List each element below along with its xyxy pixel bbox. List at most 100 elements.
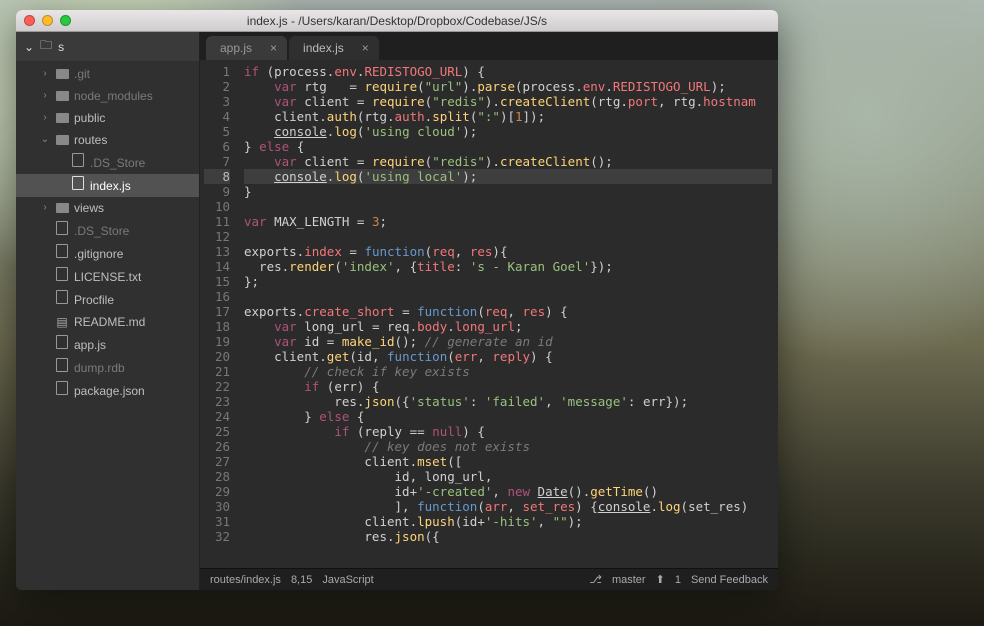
file-icon — [55, 335, 69, 354]
line-number: 17 — [204, 304, 230, 319]
code-editor[interactable]: 1234567891011121314151617181920212223242… — [200, 60, 778, 568]
tree-file-readme-md[interactable]: README.md — [16, 311, 199, 333]
code-line[interactable]: id, long_url, — [244, 469, 772, 484]
code-line[interactable]: exports.index = function(req, res){ — [244, 244, 772, 259]
line-number: 30 — [204, 499, 230, 514]
code-line[interactable]: } — [244, 184, 772, 199]
git-branch[interactable]: master — [612, 574, 646, 586]
code-line[interactable]: res.json({ — [244, 529, 772, 544]
tree-folder-node-modules[interactable]: › node_modules — [16, 85, 199, 107]
chevron-down-icon[interactable]: ⌄ — [40, 131, 50, 149]
tree-item-label: .gitignore — [74, 245, 123, 263]
code-line[interactable]: } else { — [244, 409, 772, 424]
status-cursor[interactable]: 8,15 — [291, 574, 312, 586]
line-number: 15 — [204, 274, 230, 289]
code-line[interactable]: var client = require("redis").createClie… — [244, 94, 772, 109]
code-line[interactable]: id+'-created', new Date().getTime() — [244, 484, 772, 499]
code-line[interactable]: client.lpush(id+'-hits', ""); — [244, 514, 772, 529]
tree-file-procfile[interactable]: Procfile — [16, 288, 199, 311]
code-line[interactable]: client.get(id, function(err, reply) { — [244, 349, 772, 364]
tree-file-dump-rdb[interactable]: dump.rdb — [16, 356, 199, 379]
window-title: index.js - /Users/karan/Desktop/Dropbox/… — [16, 14, 778, 28]
status-syntax[interactable]: JavaScript — [322, 574, 373, 586]
line-number: 28 — [204, 469, 230, 484]
tree-folder--git[interactable]: ›.git — [16, 63, 199, 85]
code-line[interactable]: ], function(arr, set_res) {console.log(s… — [244, 499, 772, 514]
file-icon — [71, 176, 85, 195]
code-line[interactable]: var MAX_LENGTH = 3; — [244, 214, 772, 229]
tree-file-license-txt[interactable]: LICENSE.txt — [16, 265, 199, 288]
tab-app-js[interactable]: app.js× — [206, 36, 287, 60]
line-number: 18 — [204, 319, 230, 334]
code-line[interactable] — [244, 289, 772, 304]
zoom-window-icon[interactable] — [60, 15, 71, 26]
line-number: 13 — [204, 244, 230, 259]
code-area[interactable]: if (process.env.REDISTOGO_URL) { var rtg… — [238, 60, 778, 568]
tree-file--gitignore[interactable]: .gitignore — [16, 242, 199, 265]
code-line[interactable]: res.json({'status': 'failed', 'message':… — [244, 394, 772, 409]
code-line[interactable]: } else { — [244, 139, 772, 154]
code-line[interactable]: }; — [244, 274, 772, 289]
code-line[interactable]: client.mset([ — [244, 454, 772, 469]
tree-folder-routes[interactable]: ⌄routes — [16, 129, 199, 151]
tree-file-package-json[interactable]: package.json — [16, 379, 199, 402]
close-tab-icon[interactable]: × — [362, 41, 369, 55]
tree-item-label: node_modules — [74, 87, 153, 105]
project-root[interactable]: ⌄ 🗀 s — [16, 32, 199, 61]
minimize-window-icon[interactable] — [42, 15, 53, 26]
tree-item-label: views — [74, 199, 104, 217]
traffic-lights — [24, 15, 71, 26]
tree-file-index-js[interactable]: index.js — [16, 174, 199, 197]
code-line[interactable]: if (reply == null) { — [244, 424, 772, 439]
tree-folder-views[interactable]: › views — [16, 197, 199, 219]
code-line[interactable]: var id = make_id(); // generate an id — [244, 334, 772, 349]
line-number: 20 — [204, 349, 230, 364]
line-number: 14 — [204, 259, 230, 274]
line-number: 29 — [204, 484, 230, 499]
tab-index-js[interactable]: index.js× — [289, 36, 379, 60]
project-name: s — [58, 40, 64, 54]
chevron-right-icon[interactable]: › — [40, 87, 50, 105]
project-sidebar[interactable]: ⌄ 🗀 s ›.git›node_modules›public⌄routes.D… — [16, 32, 200, 590]
line-number: 1 — [204, 64, 230, 79]
code-line[interactable]: exports.create_short = function(req, res… — [244, 304, 772, 319]
git-ahead-count: 1 — [675, 574, 681, 586]
code-line[interactable] — [244, 199, 772, 214]
code-line[interactable]: if (process.env.REDISTOGO_URL) { — [244, 64, 772, 79]
code-line[interactable] — [244, 229, 772, 244]
tab-bar: app.js×index.js× — [200, 32, 778, 60]
code-line[interactable]: var client = require("redis").createClie… — [244, 154, 772, 169]
tree-item-label: index.js — [90, 177, 131, 195]
code-line[interactable]: console.log('using local'); — [244, 169, 772, 184]
chevron-right-icon[interactable]: › — [40, 65, 50, 83]
tree-folder-public[interactable]: ›public — [16, 107, 199, 129]
code-line[interactable]: // check if key exists — [244, 364, 772, 379]
folder-icon — [55, 199, 69, 217]
file-icon — [55, 381, 69, 400]
send-feedback-link[interactable]: Send Feedback — [691, 574, 768, 586]
close-tab-icon[interactable]: × — [270, 41, 277, 55]
file-icon — [55, 290, 69, 309]
tree-file--ds-store[interactable]: .DS_Store — [16, 151, 199, 174]
code-line[interactable]: client.auth(rtg.auth.split(":")[1]); — [244, 109, 772, 124]
tree-item-label: Procfile — [74, 291, 114, 309]
line-number: 9 — [204, 184, 230, 199]
code-line[interactable]: if (err) { — [244, 379, 772, 394]
tree-file-app-js[interactable]: app.js — [16, 333, 199, 356]
tree-file--ds-store[interactable]: .DS_Store — [16, 219, 199, 242]
chevron-right-icon[interactable]: › — [40, 109, 50, 127]
window-titlebar[interactable]: index.js - /Users/karan/Desktop/Dropbox/… — [16, 10, 778, 32]
line-number: 16 — [204, 289, 230, 304]
chevron-right-icon[interactable]: › — [40, 199, 50, 217]
line-number: 7 — [204, 154, 230, 169]
code-line[interactable]: var rtg = require("url").parse(process.e… — [244, 79, 772, 94]
code-line[interactable]: console.log('using cloud'); — [244, 124, 772, 139]
code-line[interactable]: // key does not exists — [244, 439, 772, 454]
status-path[interactable]: routes/index.js — [210, 574, 281, 586]
code-line[interactable]: var long_url = req.body.long_url; — [244, 319, 772, 334]
code-line[interactable]: res.render('index', {title: 's - Karan G… — [244, 259, 772, 274]
close-window-icon[interactable] — [24, 15, 35, 26]
file-icon — [55, 244, 69, 263]
line-number: 32 — [204, 529, 230, 544]
line-number: 10 — [204, 199, 230, 214]
